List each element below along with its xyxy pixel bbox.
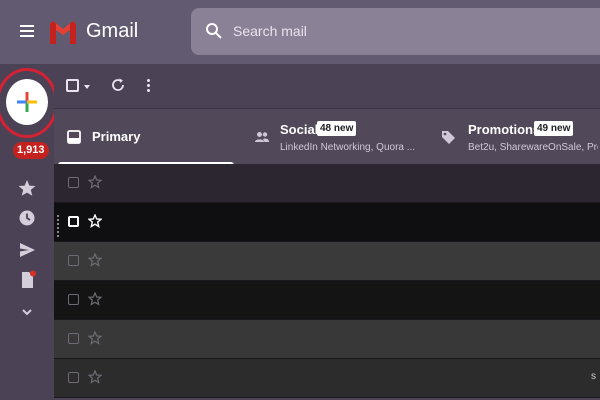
row-checkbox[interactable] <box>68 216 79 227</box>
email-row[interactable] <box>54 320 600 359</box>
star-toggle-icon[interactable] <box>88 214 102 228</box>
mail-toolbar <box>54 64 600 108</box>
email-row[interactable] <box>54 203 600 242</box>
search-input[interactable] <box>233 20 533 42</box>
plus-icon <box>17 92 37 112</box>
unread-count-badge: 1,913 <box>13 142 49 159</box>
row-checkbox[interactable] <box>68 177 79 188</box>
draft-icon[interactable] <box>17 270 37 290</box>
row-checkbox[interactable] <box>68 333 79 344</box>
tab-promotions-label: Promotions <box>468 122 541 137</box>
tab-primary-label: Primary <box>92 129 141 144</box>
search-bar[interactable] <box>191 8 600 55</box>
star-toggle-icon[interactable] <box>88 292 102 306</box>
row-checkbox[interactable] <box>68 294 79 305</box>
top-bar: Gmail <box>0 0 600 64</box>
clock-icon[interactable] <box>17 208 37 228</box>
chevron-down-icon[interactable] <box>17 302 37 322</box>
row-checkbox[interactable] <box>68 372 79 383</box>
email-row[interactable]: s <box>54 359 600 398</box>
send-icon[interactable] <box>17 240 37 260</box>
star-toggle-icon[interactable] <box>88 331 102 345</box>
row-checkbox[interactable] <box>68 255 79 266</box>
search-icon[interactable] <box>205 22 223 40</box>
main-menu-icon[interactable] <box>16 22 38 42</box>
compose-button[interactable] <box>6 79 48 125</box>
email-list: s <box>54 164 600 400</box>
people-icon <box>255 132 269 142</box>
tab-promotions-subtitle: Bet2u, SharewareOnSale, Pre... <box>468 142 598 153</box>
more-options-icon[interactable] <box>142 77 154 95</box>
email-row[interactable] <box>54 242 600 281</box>
gmail-logo-icon[interactable] <box>48 18 78 46</box>
star-toggle-icon[interactable] <box>88 253 102 267</box>
star-icon[interactable] <box>17 178 37 198</box>
tab-promotions[interactable]: Promotions 49 new Bet2u, SharewareOnSale… <box>434 109 600 165</box>
tag-icon <box>442 131 455 144</box>
app-name[interactable]: Gmail <box>86 20 138 43</box>
tab-social[interactable]: Social 48 new LinkedIn Networking, Quora… <box>248 109 428 165</box>
row-snippet-text: s <box>591 371 596 382</box>
tab-social-subtitle: LinkedIn Networking, Quora ... <box>280 142 416 153</box>
star-toggle-icon[interactable] <box>88 175 102 189</box>
email-row[interactable] <box>54 164 600 203</box>
star-toggle-icon[interactable] <box>88 370 102 384</box>
inbox-tabs: Primary Social 48 new LinkedIn Networkin… <box>54 108 600 165</box>
select-dropdown-icon[interactable] <box>84 85 90 89</box>
tab-promotions-count-badge: 49 new <box>534 121 574 136</box>
select-all-checkbox[interactable] <box>66 79 79 92</box>
refresh-icon[interactable] <box>110 77 126 93</box>
tab-social-label: Social <box>280 122 319 137</box>
drag-handle-icon[interactable] <box>57 215 63 237</box>
tab-social-count-badge: 48 new <box>317 121 357 136</box>
inbox-icon <box>67 130 81 144</box>
email-row[interactable] <box>54 281 600 320</box>
tab-primary[interactable]: Primary <box>54 109 236 165</box>
